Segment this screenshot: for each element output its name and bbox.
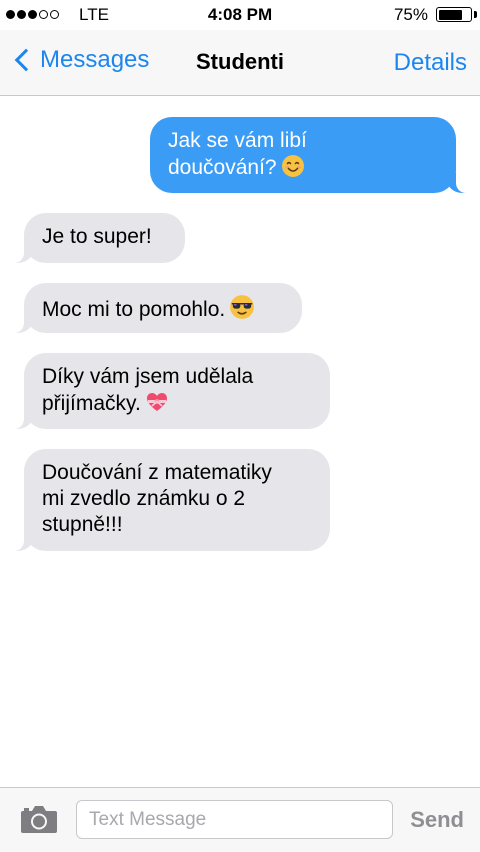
message-line: přijímačky. bbox=[42, 392, 141, 415]
bubble-tail bbox=[14, 529, 34, 551]
message-line: Jak se vám libí bbox=[168, 129, 307, 152]
message-line: mi zvedlo známku o 2 bbox=[42, 487, 246, 510]
bubble-tail bbox=[14, 407, 34, 429]
sunglasses-face-icon bbox=[230, 295, 255, 319]
bubble-tail bbox=[14, 241, 34, 263]
message-line: Díky vám jsem udělala bbox=[42, 365, 254, 388]
battery-icon bbox=[436, 7, 472, 22]
message-bubble-incoming[interactable]: Doučování z matematiky mi zvedlo známku … bbox=[14, 449, 330, 551]
heart-with-ribbon-icon bbox=[146, 393, 167, 411]
message-input-bar: Send bbox=[0, 787, 480, 852]
message-text-field[interactable] bbox=[76, 800, 393, 839]
smiling-face-icon bbox=[281, 155, 304, 177]
message-bubble-incoming[interactable]: Moc mi to pomohlo. bbox=[14, 283, 302, 333]
details-button[interactable]: Details bbox=[394, 49, 467, 77]
send-button[interactable]: Send bbox=[410, 807, 464, 833]
battery-fill bbox=[438, 9, 462, 20]
message-bubble-incoming[interactable]: Díky vám jsem udělala přijímačky. bbox=[14, 353, 330, 429]
message-bubble-outgoing[interactable]: Jak se vám libí doučování? bbox=[150, 117, 466, 193]
battery-tip bbox=[474, 11, 477, 18]
status-bar: LTE 4:08 PM 75% bbox=[0, 0, 480, 30]
message-bubble-incoming[interactable]: Je to super! bbox=[14, 213, 185, 263]
message-line: Moc mi to pomohlo. bbox=[42, 298, 226, 321]
message-line: Je to super! bbox=[42, 225, 152, 248]
camera-icon[interactable] bbox=[20, 804, 58, 834]
navigation-bar: Messages Studenti Details bbox=[0, 30, 480, 96]
battery-percentage: 75% bbox=[393, 5, 428, 24]
bubble-tail bbox=[14, 311, 34, 333]
message-line: Doučování z matematiky bbox=[42, 461, 272, 484]
message-line: stupně!!! bbox=[42, 513, 123, 536]
bubble-tail bbox=[446, 171, 466, 193]
message-line: doučování? bbox=[168, 156, 277, 179]
